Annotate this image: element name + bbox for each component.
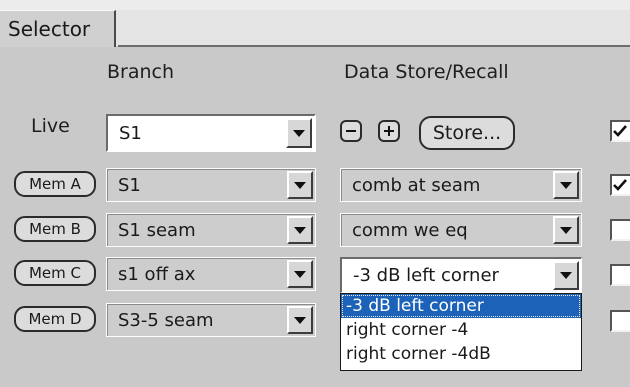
mem-b-branch-value: S1 seam: [118, 219, 196, 241]
chevron-down-icon[interactable]: [553, 171, 579, 199]
plus-icon: [384, 126, 394, 136]
live-label: Live: [31, 115, 70, 137]
tab-selector-label: Selector: [8, 17, 91, 41]
mem-a-button[interactable]: Mem A: [14, 171, 96, 197]
mem-a-store-select[interactable]: comb at seam: [340, 168, 582, 202]
store-button[interactable]: Store...: [419, 116, 515, 150]
minus-icon: [346, 130, 356, 132]
mem-a-store-value: comb at seam: [352, 174, 481, 196]
dropdown-option[interactable]: -3 dB left corner: [341, 294, 581, 318]
mem-b-store-select[interactable]: comm we eq: [340, 213, 582, 247]
decrement-button[interactable]: [340, 120, 362, 142]
mem-c-branch-select[interactable]: s1 off ax: [106, 257, 316, 291]
mem-d-checkbox[interactable]: [610, 310, 630, 332]
increment-button[interactable]: [378, 120, 400, 142]
window-top-band: [0, 0, 630, 10]
mem-a-branch-value: S1: [118, 174, 141, 196]
chevron-down-icon[interactable]: [553, 216, 579, 244]
dropdown-option[interactable]: right corner -4: [341, 318, 581, 342]
mem-d-branch-select[interactable]: S3-5 seam: [106, 303, 316, 337]
mem-a-branch-select[interactable]: S1: [106, 168, 316, 202]
data-store-header: Data Store/Recall: [344, 61, 509, 83]
dropdown-option[interactable]: right corner -4dB: [341, 342, 581, 366]
branch-header: Branch: [107, 61, 175, 83]
tab-selector[interactable]: Selector: [0, 10, 116, 47]
mem-c-branch-value: s1 off ax: [118, 263, 196, 285]
store-dropdown-list: -3 dB left corner right corner -4 right …: [340, 293, 582, 371]
chevron-down-icon[interactable]: [286, 118, 312, 148]
mem-d-branch-value: S3-5 seam: [118, 309, 214, 331]
mem-a-checkbox[interactable]: [610, 174, 630, 196]
live-checkbox[interactable]: [610, 120, 630, 142]
live-branch-select[interactable]: S1: [106, 114, 316, 152]
mem-b-store-value: comm we eq: [352, 219, 468, 241]
chevron-down-icon[interactable]: [287, 171, 313, 199]
live-branch-value: S1: [119, 122, 142, 144]
mem-a-label: Mem A: [29, 175, 81, 193]
mem-b-button[interactable]: Mem B: [14, 216, 96, 242]
chevron-down-icon[interactable]: [287, 216, 313, 244]
mem-b-label: Mem B: [29, 220, 81, 238]
chevron-down-icon[interactable]: [553, 261, 579, 290]
mem-b-branch-select[interactable]: S1 seam: [106, 213, 316, 247]
mem-d-label: Mem D: [28, 310, 82, 328]
mem-c-label: Mem C: [28, 264, 82, 282]
mem-d-button[interactable]: Mem D: [14, 306, 96, 332]
mem-c-button[interactable]: Mem C: [14, 260, 96, 286]
chevron-down-icon[interactable]: [287, 260, 313, 288]
mem-c-store-select[interactable]: -3 dB left corner: [340, 257, 582, 293]
store-button-label: Store...: [432, 122, 502, 144]
mem-c-checkbox[interactable]: [610, 264, 630, 286]
chevron-down-icon[interactable]: [287, 306, 313, 334]
mem-c-store-value: -3 dB left corner: [353, 265, 499, 286]
checkmark-icon: [613, 125, 627, 137]
checkmark-icon: [613, 179, 627, 191]
tab-divider: [118, 45, 630, 47]
mem-b-checkbox[interactable]: [610, 219, 630, 241]
